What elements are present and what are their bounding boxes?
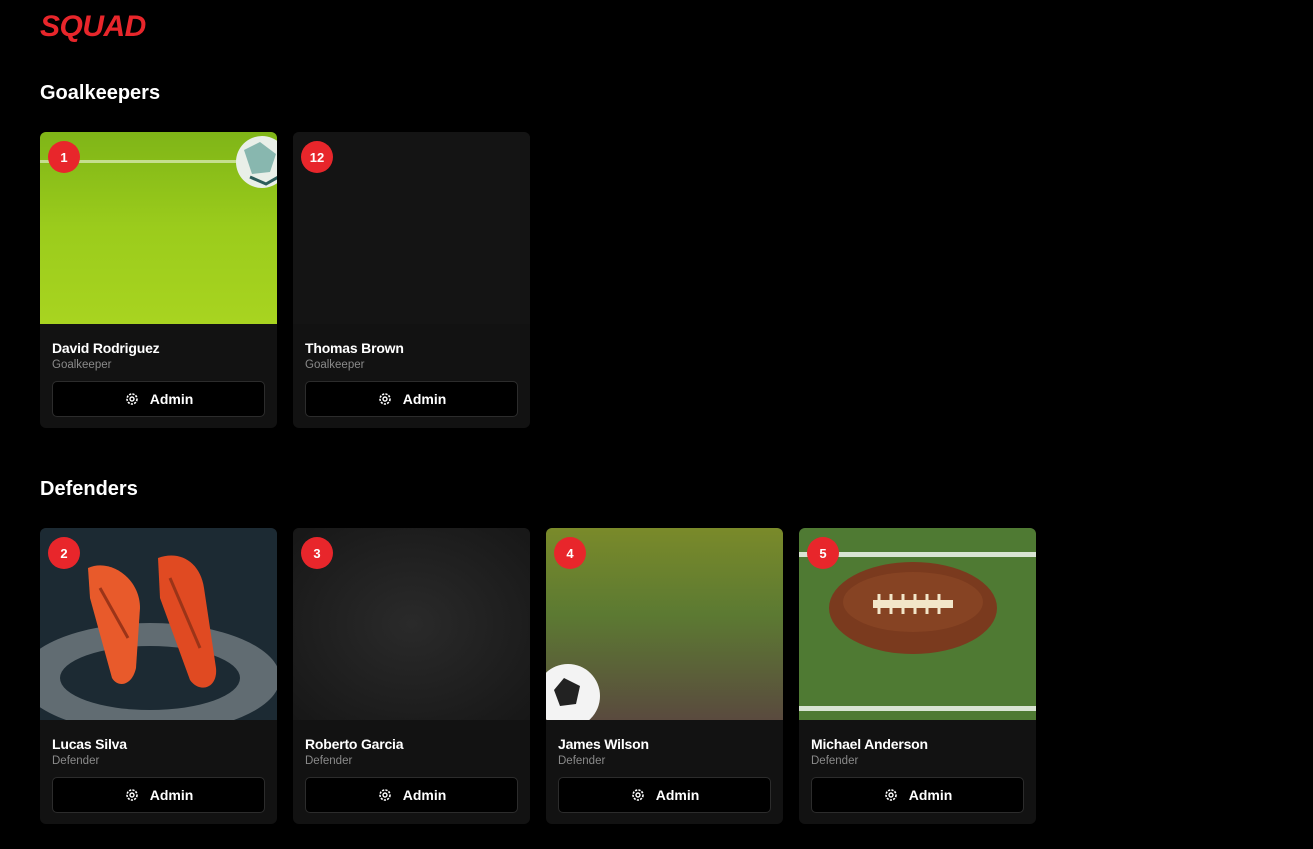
player-photo: 4 — [546, 528, 783, 720]
admin-button-label: Admin — [402, 787, 447, 803]
admin-button-label: Admin — [402, 391, 447, 407]
player-name: Thomas Brown — [305, 340, 404, 356]
player-photo: 12 — [293, 132, 530, 324]
admin-button-label: Admin — [908, 787, 953, 803]
player-name: David Rodriguez — [52, 340, 160, 356]
player-position: Goalkeeper — [305, 359, 365, 371]
player-photo: 3 — [293, 528, 530, 720]
player-position: Defender — [52, 755, 100, 767]
admin-button[interactable]: Admin — [558, 777, 771, 813]
jersey-number-badge: 12 — [301, 141, 333, 173]
squad-page: SQUAD Goalkeepers 1 David Rodriguez Goal… — [0, 0, 1313, 849]
section-title-defenders: Defenders — [40, 478, 138, 500]
player-position: Goalkeeper — [52, 359, 112, 371]
player-name: Roberto Garcia — [305, 736, 404, 752]
gear-icon — [124, 787, 140, 803]
admin-button-label: Admin — [149, 391, 194, 407]
gear-icon — [630, 787, 646, 803]
admin-button[interactable]: Admin — [52, 777, 265, 813]
player-photo: 5 — [799, 528, 1036, 720]
player-name: Michael Anderson — [811, 736, 928, 752]
player-position: Defender — [558, 755, 606, 767]
admin-button-label: Admin — [149, 787, 194, 803]
section-title-goalkeepers: Goalkeepers — [40, 82, 161, 104]
admin-button[interactable]: Admin — [52, 381, 265, 417]
player-photo: 2 — [40, 528, 277, 720]
player-card[interactable]: 4 James Wilson Defender Admin — [546, 528, 783, 824]
admin-button[interactable]: Admin — [305, 381, 518, 417]
admin-button[interactable]: Admin — [305, 777, 518, 813]
jersey-number-badge: 4 — [554, 537, 586, 569]
admin-button[interactable]: Admin — [811, 777, 1024, 813]
player-card[interactable]: 2 Lucas Silva Defender Admin — [40, 528, 277, 824]
goalkeepers-grid: 1 David Rodriguez Goalkeeper Admin 12 Th… — [40, 132, 530, 428]
defenders-grid: 2 Lucas Silva Defender Admin 3 Roberto G… — [40, 528, 1036, 824]
gear-icon — [124, 391, 140, 407]
jersey-number-badge: 1 — [48, 141, 80, 173]
player-card[interactable]: 12 Thomas Brown Goalkeeper Admin — [293, 132, 530, 428]
page-title: SQUAD — [40, 10, 146, 43]
jersey-number-badge: 2 — [48, 537, 80, 569]
player-card[interactable]: 5 Michael Anderson Defender Admin — [799, 528, 1036, 824]
gear-icon — [377, 787, 393, 803]
gear-icon — [883, 787, 899, 803]
player-name: James Wilson — [558, 736, 649, 752]
player-card[interactable]: 1 David Rodriguez Goalkeeper Admin — [40, 132, 277, 428]
player-position: Defender — [811, 755, 859, 767]
gear-icon — [377, 391, 393, 407]
player-name: Lucas Silva — [52, 736, 127, 752]
player-card[interactable]: 3 Roberto Garcia Defender Admin — [293, 528, 530, 824]
player-position: Defender — [305, 755, 353, 767]
player-photo: 1 — [40, 132, 277, 324]
admin-button-label: Admin — [655, 787, 700, 803]
jersey-number-badge: 3 — [301, 537, 333, 569]
jersey-number-badge: 5 — [807, 537, 839, 569]
